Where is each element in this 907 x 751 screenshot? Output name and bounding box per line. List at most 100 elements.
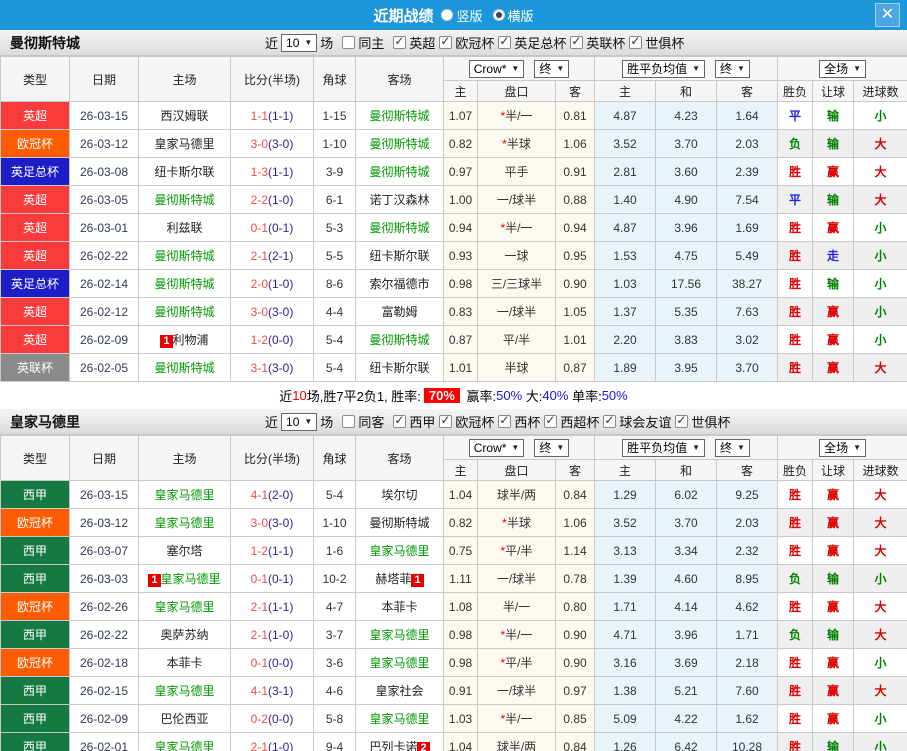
handicap-line: *半/一 — [477, 704, 556, 733]
away-team: 曼彻斯特城 — [355, 157, 444, 186]
away-team-name[interactable]: 皇家社会 — [375, 684, 423, 698]
away-team-name[interactable]: 曼彻斯特城 — [369, 137, 429, 151]
same-venue-checkbox[interactable] — [342, 36, 356, 49]
home-team-name[interactable]: 皇家马德里 — [161, 572, 221, 586]
results-table: 类型日期主场比分(半场)角球客场Crow*终胜平负均值终全场主盘口客主和客胜负让… — [0, 56, 907, 382]
home-team-name[interactable]: 奥萨苏纳 — [160, 628, 208, 642]
bookmaker-select[interactable]: Crow* — [468, 438, 525, 457]
away-team-name[interactable]: 本菲卡 — [381, 600, 417, 614]
results-table: 类型日期主场比分(半场)角球客场Crow*终胜平负均值终全场主盘口客主和客胜负让… — [0, 435, 907, 751]
avg-select[interactable]: 胜平负均值 — [622, 59, 705, 78]
home-team: 皇家马德里 — [138, 676, 231, 705]
league-checkbox[interactable] — [675, 413, 689, 428]
away-team-name[interactable]: 纽卡斯尔联 — [369, 249, 429, 263]
home-team-name[interactable]: 利物浦 — [173, 333, 209, 347]
home-team-name[interactable]: 利兹联 — [166, 221, 202, 235]
column-header: 比分(半场) — [230, 56, 314, 102]
away-team-name[interactable]: 曼彻斯特城 — [369, 516, 429, 530]
close-icon[interactable]: ✕ — [875, 3, 900, 27]
away-team-name[interactable]: 埃尔切 — [381, 488, 417, 502]
header-select-group: Crow* 终 — [443, 56, 595, 81]
avg-select[interactable]: 胜平负均值 — [622, 438, 705, 457]
handicap-odds: 0.98 — [443, 648, 478, 677]
handicap-odds: 0.84 — [555, 732, 595, 751]
bookmaker-select[interactable]: Crow* — [468, 59, 525, 78]
away-team-name[interactable]: 皇家马德里 — [369, 544, 429, 558]
away-team: 皇家社会 — [355, 676, 444, 705]
scope-select[interactable]: 全场 — [819, 59, 866, 78]
result-goals: 大 — [853, 676, 907, 705]
home-team-name[interactable]: 西汉姆联 — [160, 109, 208, 123]
away-team-name[interactable]: 皇家马德里 — [369, 712, 429, 726]
result-goals: 大 — [853, 592, 907, 621]
away-team-name[interactable]: 皇家马德里 — [369, 628, 429, 642]
home-team-name[interactable]: 皇家马德里 — [154, 516, 214, 530]
away-team-name[interactable]: 曼彻斯特城 — [369, 165, 429, 179]
result-handicap: 赢 — [812, 213, 855, 242]
handicap-odds: 1.06 — [555, 129, 595, 158]
europe-odds: 3.70 — [655, 508, 717, 537]
league-checkbox[interactable] — [393, 413, 407, 428]
away-team-name[interactable]: 索尔福德市 — [369, 277, 429, 291]
home-team-name[interactable]: 塞尔塔 — [166, 544, 202, 558]
home-team-name[interactable]: 曼彻斯特城 — [154, 193, 214, 207]
handicap-odds: 1.06 — [555, 508, 595, 537]
away-team-name[interactable]: 富勒姆 — [381, 305, 417, 319]
sub-column-header: 进球数 — [853, 80, 907, 102]
home-team-name[interactable]: 曼彻斯特城 — [154, 361, 214, 375]
summary-text: 大: — [522, 389, 543, 404]
away-team-name[interactable]: 皇家马德里 — [369, 656, 429, 670]
home-team-name[interactable]: 皇家马德里 — [154, 684, 214, 698]
away-team-name[interactable]: 赫塔菲 — [375, 572, 411, 586]
result-handicap: 赢 — [812, 508, 855, 537]
final1-select[interactable]: 终 — [534, 438, 570, 457]
radio-horizontal-layout[interactable]: 横版 — [492, 6, 534, 25]
home-team-name[interactable]: 曼彻斯特城 — [154, 277, 214, 291]
home-team-name[interactable]: 纽卡斯尔联 — [154, 165, 214, 179]
league-checkbox[interactable] — [498, 413, 512, 428]
final1-select[interactable]: 终 — [534, 59, 570, 78]
table-row: 英超 26-03-15 西汉姆联 1-1(1-1) 1-15 曼彻斯特城 1.07 *半/一 0… — [0, 101, 907, 130]
away-team-name[interactable]: 曼彻斯特城 — [369, 109, 429, 123]
league-checkbox[interactable] — [603, 413, 617, 428]
home-team-name[interactable]: 曼彻斯特城 — [154, 305, 214, 319]
scope-select[interactable]: 全场 — [819, 438, 866, 457]
league-checkbox[interactable] — [439, 413, 453, 428]
home-team-name[interactable]: 皇家马德里 — [154, 600, 214, 614]
away-team-name[interactable]: 纽卡斯尔联 — [369, 361, 429, 375]
away-team-name[interactable]: 诺丁汉森林 — [369, 193, 429, 207]
radio-vertical-layout[interactable]: 竖版 — [441, 6, 483, 25]
league-checkbox[interactable] — [570, 34, 584, 49]
handicap-odds: 0.93 — [443, 241, 478, 270]
column-header: 客场 — [355, 435, 444, 481]
same-venue-checkbox[interactable] — [342, 415, 356, 428]
league-checkbox[interactable] — [629, 34, 643, 49]
away-team-name[interactable]: 曼彻斯特城 — [369, 221, 429, 235]
away-team-name[interactable]: 巴列卡诺 — [369, 740, 417, 751]
sub-column-header: 胜负 — [777, 459, 814, 481]
away-team-name[interactable]: 曼彻斯特城 — [369, 333, 429, 347]
home-team-name[interactable]: 皇家马德里 — [154, 740, 214, 751]
radio-button-icon[interactable] — [492, 9, 505, 21]
final2-select[interactable]: 终 — [715, 438, 750, 457]
match-count-select[interactable]: 10 — [281, 412, 318, 431]
league-checkbox[interactable] — [498, 34, 512, 49]
league-checkbox[interactable] — [544, 413, 558, 428]
table-row: 欧冠杯 26-03-12 皇家马德里 3-0(3-0) 1-10 曼彻斯特城 0.82 *半球… — [0, 129, 907, 158]
away-team: 诺丁汉森林 — [355, 185, 444, 214]
league-checkbox[interactable] — [439, 34, 453, 49]
home-team-name[interactable]: 曼彻斯特城 — [154, 249, 214, 263]
home-team-name[interactable]: 皇家马德里 — [154, 488, 214, 502]
home-team: 纽卡斯尔联 — [138, 157, 231, 186]
final2-select[interactable]: 终 — [715, 59, 750, 78]
result-wdl: 负 — [777, 129, 814, 158]
match-count-select[interactable]: 10 — [281, 33, 318, 52]
result-wdl: 胜 — [777, 213, 814, 242]
home-team-name[interactable]: 巴伦西亚 — [160, 712, 208, 726]
radio-button-icon[interactable] — [441, 9, 454, 21]
home-team: 皇家马德里 — [138, 732, 231, 751]
home-team-name[interactable]: 本菲卡 — [166, 656, 202, 670]
sub-column-header: 主 — [443, 459, 478, 481]
home-team-name[interactable]: 皇家马德里 — [154, 137, 214, 151]
league-checkbox[interactable] — [393, 34, 407, 49]
